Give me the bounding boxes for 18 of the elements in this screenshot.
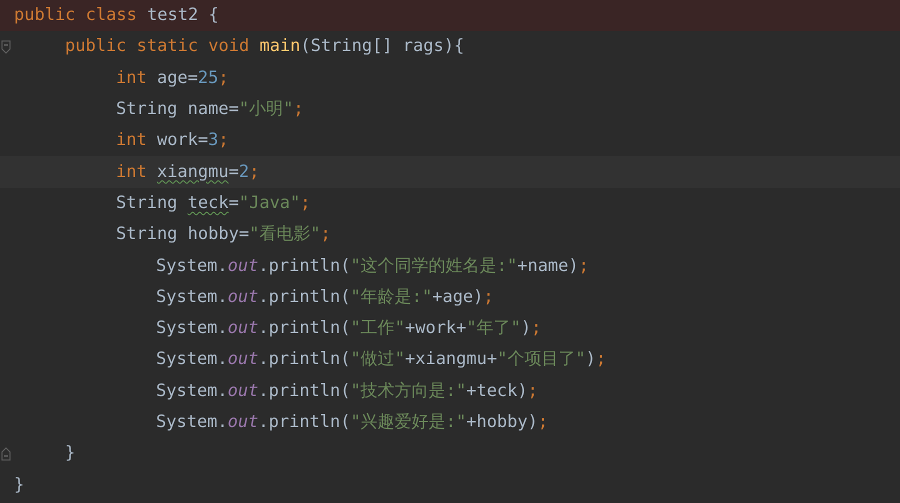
code-line: System.out.println("这个同学的姓名是:"+name); bbox=[156, 254, 589, 278]
code-line: System.out.println("技术方向是:"+teck); bbox=[156, 380, 538, 403]
code-line: public class test2 { bbox=[14, 4, 219, 28]
code-line: String hobby="看电影"; bbox=[116, 223, 331, 246]
code-line: String name="小明"; bbox=[116, 98, 304, 122]
fold-icon[interactable] bbox=[1, 40, 11, 54]
code-line: System.out.println("工作"+work+"年了"); bbox=[156, 317, 542, 340]
fold-icon[interactable] bbox=[1, 446, 11, 461]
code-line: } bbox=[65, 442, 76, 466]
code-line: public static void main(String[] rags){ bbox=[65, 35, 464, 58]
code-line: int age=25; bbox=[116, 66, 229, 90]
code-line: String teck="Java"; bbox=[116, 192, 311, 215]
code-line: int xiangmu=2; bbox=[116, 160, 260, 184]
code-line: } bbox=[14, 474, 24, 497]
code-line: System.out.println("兴趣爱好是:"+hobby); bbox=[156, 411, 548, 434]
code-line: int work=3; bbox=[116, 129, 229, 152]
code-line: System.out.println("年龄是:"+age); bbox=[156, 286, 494, 309]
code-line: System.out.println("做过"+xiangmu+"个项目了"); bbox=[156, 348, 606, 372]
